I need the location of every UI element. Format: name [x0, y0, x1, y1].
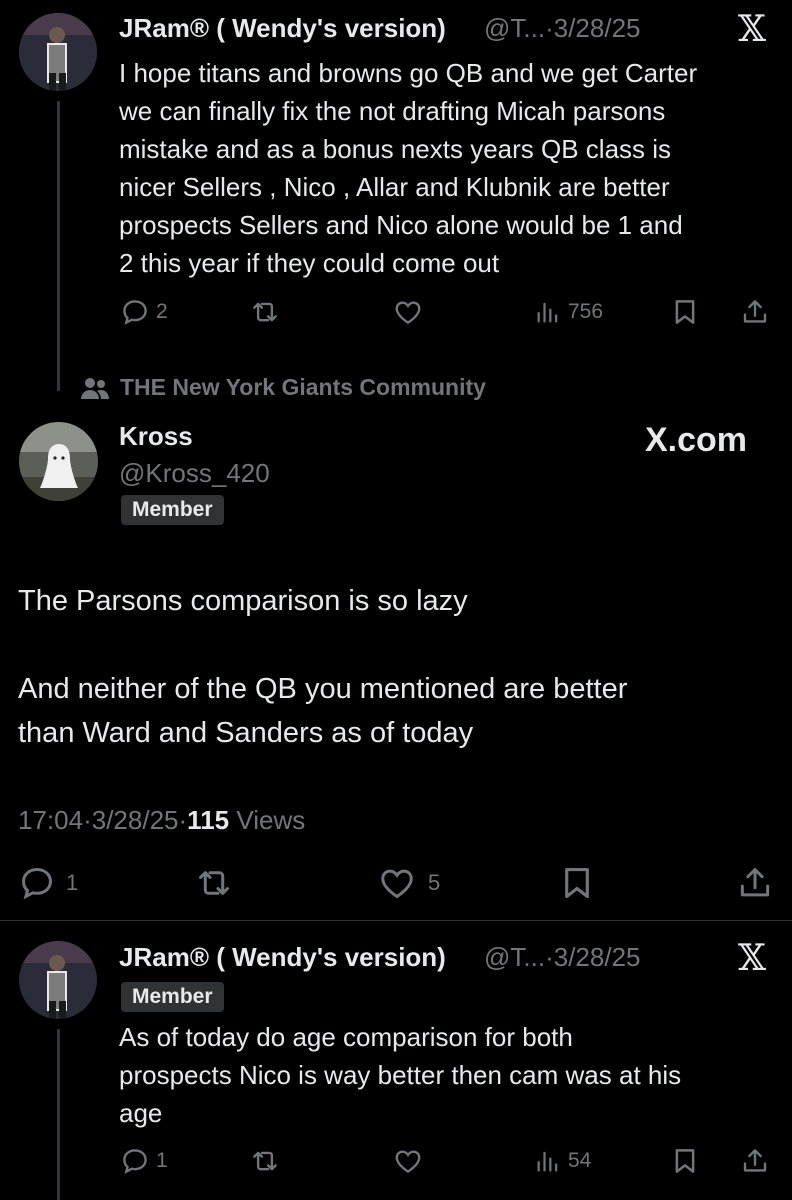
- share-button[interactable]: [740, 1146, 770, 1176]
- community-context[interactable]: THE New York Giants Community: [80, 374, 486, 401]
- post-date[interactable]: 3/28/25: [92, 805, 179, 835]
- like-button[interactable]: [393, 1146, 423, 1176]
- author-name[interactable]: JRam® ( Wendy's version): [119, 942, 446, 973]
- heart-icon: [378, 864, 416, 902]
- main-post-text: The Parsons comparison is so lazy And ne…: [18, 579, 778, 755]
- post-text-line: mistake and as a bonus nexts years QB cl…: [119, 134, 672, 164]
- views-count: 756: [568, 300, 604, 323]
- date-separator: ·: [545, 942, 554, 972]
- x-logo-icon: 𝕏: [738, 9, 766, 50]
- author-handle[interactable]: @T...: [484, 13, 545, 43]
- reply-count: 1: [156, 1149, 168, 1172]
- post-text-line: than Ward and Sanders as of today: [18, 717, 474, 749]
- avatar[interactable]: [19, 941, 97, 1019]
- like-count: 5: [428, 870, 441, 895]
- author-meta: @T...·3/28/25: [484, 13, 641, 44]
- author-name[interactable]: Kross: [119, 421, 193, 452]
- thread-line: [57, 101, 60, 391]
- post-text-line: prospects Sellers and Nico alone would b…: [119, 210, 683, 240]
- avatar-image: [19, 422, 98, 501]
- divider: [0, 920, 792, 921]
- post-date[interactable]: 3/28/25: [554, 942, 641, 972]
- post-text-line: prospects Nico is way better then cam wa…: [119, 1060, 682, 1090]
- like-button[interactable]: 5: [378, 864, 440, 902]
- avatar[interactable]: [19, 422, 98, 501]
- views-label: Views: [236, 805, 306, 835]
- reply-icon: [18, 864, 56, 902]
- post-text-line: age: [119, 1098, 163, 1128]
- retweet-button[interactable]: [195, 864, 233, 902]
- member-badge: Member: [121, 982, 224, 1012]
- analytics-icon: [534, 1146, 562, 1176]
- bookmark-icon: [670, 1146, 700, 1176]
- share-button[interactable]: [740, 297, 770, 327]
- retweet-icon: [195, 864, 233, 902]
- xcom-watermark: X.com: [645, 421, 748, 459]
- post-metadata: 17:04·3/28/25·115 Views: [18, 805, 305, 836]
- author-handle[interactable]: @Kross_420: [119, 458, 270, 489]
- views-count: 54: [568, 1149, 592, 1172]
- meta-separator: ·: [83, 805, 92, 835]
- date-separator: ·: [545, 13, 554, 43]
- avatar-image: [19, 941, 97, 1019]
- post-date[interactable]: 3/28/25: [554, 13, 641, 43]
- reply-count: 1: [66, 870, 79, 895]
- author-handle[interactable]: @T...: [484, 942, 545, 972]
- reply-button[interactable]: 1: [120, 1146, 168, 1176]
- bookmark-button[interactable]: [670, 1146, 700, 1176]
- post-text-line: nicer Sellers , Nico , Allar and Klubnik…: [119, 172, 670, 202]
- post-text-line: As of today do age comparison for both: [119, 1022, 573, 1052]
- member-badge: Member: [121, 495, 224, 525]
- post-text-line: The Parsons comparison is so lazy: [18, 585, 468, 617]
- reply-button[interactable]: 2: [120, 297, 168, 327]
- share-icon: [740, 1146, 770, 1176]
- share-icon: [736, 864, 774, 902]
- heart-icon: [393, 1146, 423, 1176]
- avatar-image: [19, 13, 97, 91]
- post-text-line: we can finally fix the not drafting Mica…: [119, 96, 666, 126]
- people-icon: [81, 377, 109, 399]
- share-icon: [740, 297, 770, 327]
- heart-icon: [393, 297, 423, 327]
- post-text: I hope titans and browns go QB and we ge…: [119, 54, 779, 282]
- bookmark-icon: [558, 864, 596, 902]
- retweet-icon: [250, 1146, 280, 1176]
- views-button[interactable]: 756: [534, 297, 603, 327]
- reply-icon: [120, 1146, 150, 1176]
- bookmark-icon: [670, 297, 700, 327]
- views-button[interactable]: 54: [534, 1146, 591, 1176]
- x-logo-icon: 𝕏: [738, 938, 766, 979]
- reply-button[interactable]: 1: [18, 864, 78, 902]
- thread-line: [57, 1029, 60, 1200]
- retweet-button[interactable]: [250, 297, 280, 327]
- bookmark-button[interactable]: [670, 297, 700, 327]
- author-name[interactable]: JRam® ( Wendy's version): [119, 13, 446, 44]
- share-button[interactable]: [736, 864, 774, 902]
- community-name: THE New York Giants Community: [120, 374, 486, 400]
- views-count: 115: [187, 805, 230, 835]
- post-text-line: And neither of the QB you mentioned are …: [18, 673, 628, 705]
- avatar[interactable]: [19, 13, 97, 91]
- post-time[interactable]: 17:04: [18, 805, 83, 835]
- analytics-icon: [534, 297, 562, 327]
- post-text: As of today do age comparison for both p…: [119, 1018, 779, 1132]
- retweet-button[interactable]: [250, 1146, 280, 1176]
- author-meta: @T...·3/28/25: [484, 942, 641, 973]
- meta-separator: ·: [178, 805, 188, 835]
- retweet-icon: [250, 297, 280, 327]
- like-button[interactable]: [393, 297, 423, 327]
- reply-count: 2: [156, 300, 168, 323]
- bookmark-button[interactable]: [558, 864, 596, 902]
- post-text-line: I hope titans and browns go QB and we ge…: [119, 58, 698, 88]
- post-text-line: 2 this year if they could come out: [119, 248, 500, 278]
- reply-icon: [120, 297, 150, 327]
